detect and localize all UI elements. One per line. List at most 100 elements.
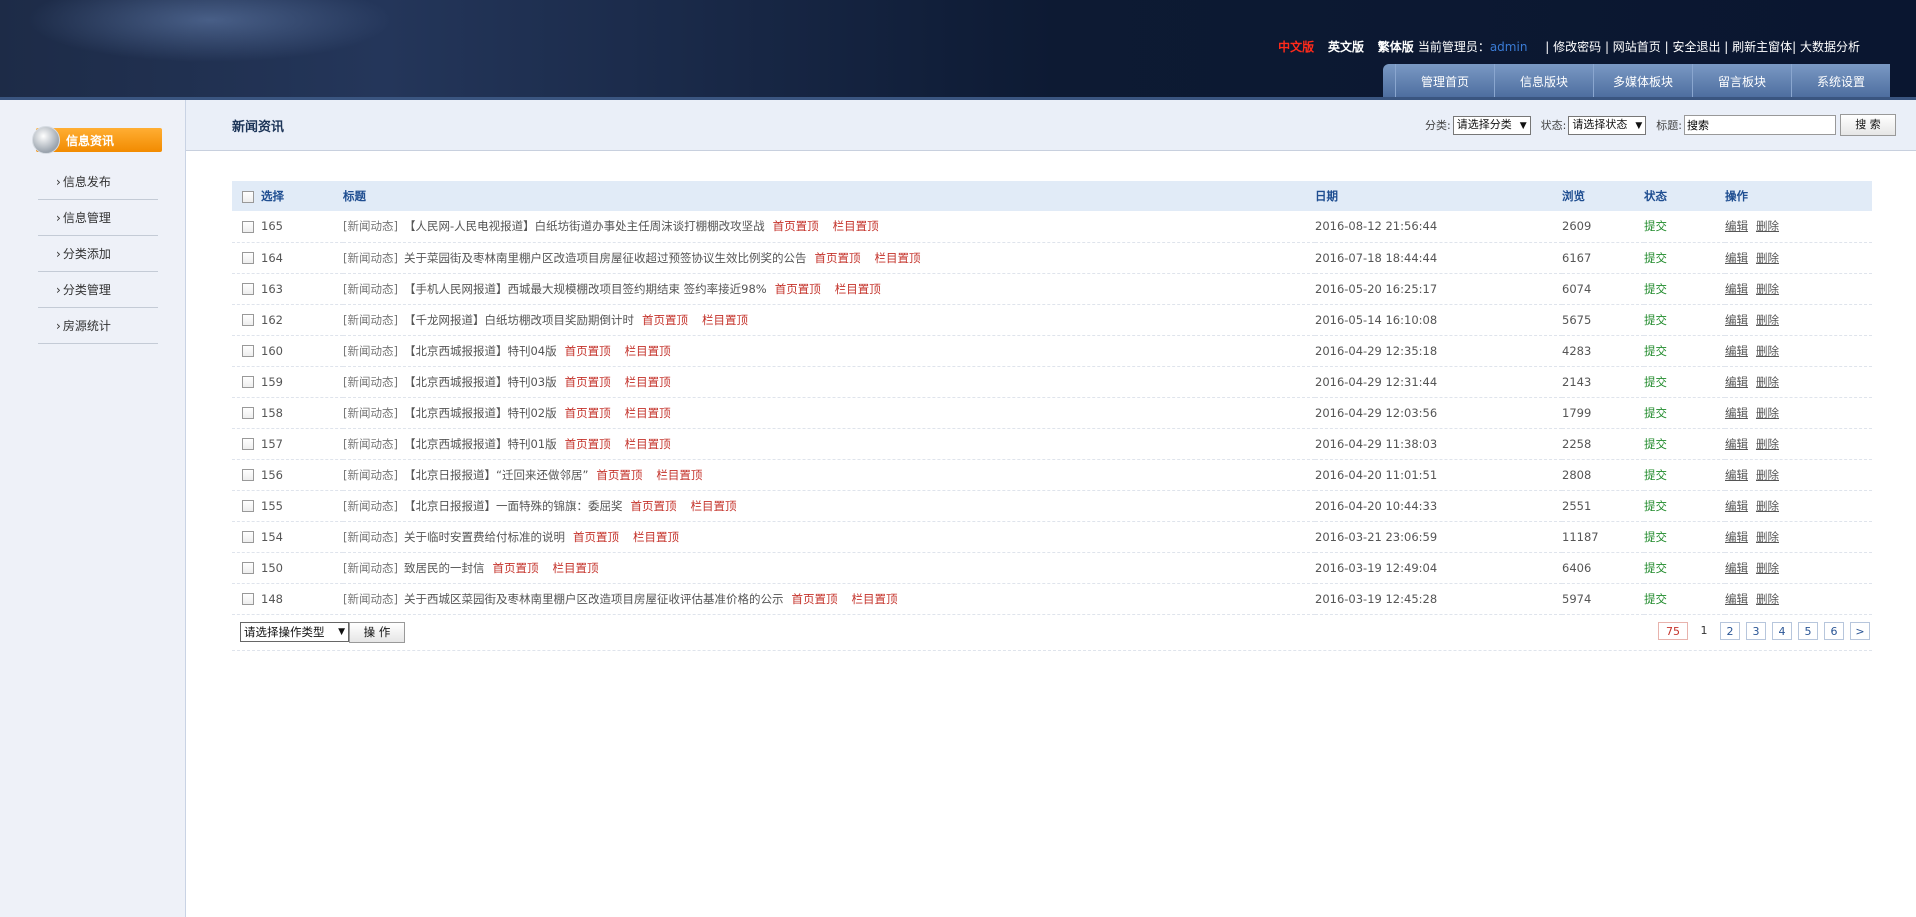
edit-link[interactable]: 编辑 bbox=[1725, 251, 1748, 265]
pin-home-link[interactable]: 首页置顶 bbox=[773, 219, 819, 233]
account-links[interactable]: | 修改密码 | 网站首页 | 安全退出 | 刷新主窗体| 大数据分析 bbox=[1545, 40, 1860, 54]
pin-home-link[interactable]: 首页置顶 bbox=[775, 282, 821, 296]
row-title-link[interactable]: 【北京西城报报道】特刊03版 bbox=[404, 375, 557, 389]
row-checkbox[interactable] bbox=[242, 562, 254, 574]
pin-home-link[interactable]: 首页置顶 bbox=[630, 499, 676, 513]
delete-link[interactable]: 删除 bbox=[1756, 406, 1779, 420]
search-input[interactable] bbox=[1684, 115, 1836, 135]
pin-column-link[interactable]: 栏目置顶 bbox=[874, 251, 920, 265]
pin-column-link[interactable]: 栏目置顶 bbox=[656, 468, 702, 482]
row-checkbox[interactable] bbox=[242, 500, 254, 512]
pin-column-link[interactable]: 栏目置顶 bbox=[835, 282, 881, 296]
pin-home-link[interactable]: 首页置顶 bbox=[565, 375, 611, 389]
delete-link[interactable]: 删除 bbox=[1756, 251, 1779, 265]
row-title-link[interactable]: 【千龙网报道】白纸坊棚改项目奖励期倒计时 bbox=[404, 313, 634, 327]
row-checkbox[interactable] bbox=[242, 593, 254, 605]
delete-link[interactable]: 删除 bbox=[1756, 561, 1779, 575]
delete-link[interactable]: 删除 bbox=[1756, 375, 1779, 389]
pin-column-link[interactable]: 栏目置顶 bbox=[625, 437, 671, 451]
delete-link[interactable]: 删除 bbox=[1756, 219, 1779, 233]
nav-home[interactable]: 管理首页 bbox=[1395, 64, 1495, 100]
select-all-checkbox[interactable] bbox=[242, 190, 254, 203]
pin-column-link[interactable]: 栏目置顶 bbox=[702, 313, 748, 327]
delete-link[interactable]: 删除 bbox=[1756, 344, 1779, 358]
row-checkbox[interactable] bbox=[242, 252, 254, 264]
row-title-link[interactable]: 【北京西城报报道】特刊01版 bbox=[404, 437, 557, 451]
pin-home-link[interactable]: 首页置顶 bbox=[492, 561, 538, 575]
lang-traditional-link[interactable]: 繁体版 bbox=[1378, 40, 1414, 54]
pin-column-link[interactable]: 栏目置顶 bbox=[625, 344, 671, 358]
pin-home-link[interactable]: 首页置顶 bbox=[565, 437, 611, 451]
lang-chinese-link[interactable]: 中文版 bbox=[1278, 40, 1314, 54]
row-title-link[interactable]: 【北京西城报报道】特刊02版 bbox=[404, 406, 557, 420]
pin-home-link[interactable]: 首页置顶 bbox=[642, 313, 688, 327]
row-checkbox[interactable] bbox=[242, 345, 254, 357]
pin-home-link[interactable]: 首页置顶 bbox=[791, 592, 837, 606]
row-checkbox[interactable] bbox=[242, 407, 254, 419]
category-select[interactable]: 请选择分类 ▼ bbox=[1452, 115, 1531, 135]
edit-link[interactable]: 编辑 bbox=[1725, 219, 1748, 233]
edit-link[interactable]: 编辑 bbox=[1725, 530, 1748, 544]
batch-action-button[interactable]: 操 作 bbox=[349, 622, 405, 643]
edit-link[interactable]: 编辑 bbox=[1725, 561, 1748, 575]
row-title-link[interactable]: 【北京西城报报道】特刊04版 bbox=[404, 344, 557, 358]
next-page-button[interactable]: > bbox=[1850, 622, 1870, 640]
edit-link[interactable]: 编辑 bbox=[1725, 344, 1748, 358]
delete-link[interactable]: 删除 bbox=[1756, 530, 1779, 544]
edit-link[interactable]: 编辑 bbox=[1725, 282, 1748, 296]
row-checkbox[interactable] bbox=[242, 376, 254, 388]
sidebar-item-manage[interactable]: › 信息管理 bbox=[38, 200, 158, 236]
delete-link[interactable]: 删除 bbox=[1756, 468, 1779, 482]
row-checkbox[interactable] bbox=[242, 469, 254, 481]
sidebar-section-header[interactable]: 信息资讯 bbox=[32, 126, 162, 154]
edit-link[interactable]: 编辑 bbox=[1725, 313, 1748, 327]
page-link[interactable]: 4 bbox=[1772, 622, 1792, 640]
edit-link[interactable]: 编辑 bbox=[1725, 468, 1748, 482]
pin-column-link[interactable]: 栏目置顶 bbox=[851, 592, 897, 606]
row-title-link[interactable]: 关于临时安置费给付标准的说明 bbox=[404, 530, 565, 544]
row-title-link[interactable]: 【手机人民网报道】西城最大规模棚改项目签约期结束 签约率接近98% bbox=[404, 282, 767, 296]
pin-column-link[interactable]: 栏目置顶 bbox=[552, 561, 598, 575]
pin-home-link[interactable]: 首页置顶 bbox=[596, 468, 642, 482]
row-checkbox[interactable] bbox=[242, 531, 254, 543]
sidebar-item-publish[interactable]: › 信息发布 bbox=[38, 164, 158, 200]
delete-link[interactable]: 删除 bbox=[1756, 592, 1779, 606]
row-checkbox[interactable] bbox=[242, 438, 254, 450]
edit-link[interactable]: 编辑 bbox=[1725, 592, 1748, 606]
page-link[interactable]: 6 bbox=[1824, 622, 1844, 640]
delete-link[interactable]: 删除 bbox=[1756, 282, 1779, 296]
edit-link[interactable]: 编辑 bbox=[1725, 499, 1748, 513]
lang-english-link[interactable]: 英文版 bbox=[1328, 40, 1364, 54]
page-link[interactable]: 3 bbox=[1746, 622, 1766, 640]
row-title-link[interactable]: 【北京日报报道】一面特殊的锦旗：委屈奖 bbox=[404, 499, 623, 513]
row-title-link[interactable]: 致居民的一封信 bbox=[404, 561, 485, 575]
pin-column-link[interactable]: 栏目置顶 bbox=[625, 375, 671, 389]
search-button[interactable]: 搜 索 bbox=[1840, 114, 1896, 136]
sidebar-item-housing-stats[interactable]: › 房源统计 bbox=[38, 308, 158, 344]
nav-info[interactable]: 信息版块 bbox=[1495, 64, 1594, 100]
edit-link[interactable]: 编辑 bbox=[1725, 406, 1748, 420]
row-title-link[interactable]: 关于菜园街及枣林南里棚户区改造项目房屋征收超过预签协议生效比例奖的公告 bbox=[404, 251, 807, 265]
nav-settings[interactable]: 系统设置 bbox=[1792, 64, 1890, 100]
pin-column-link[interactable]: 栏目置顶 bbox=[633, 530, 679, 544]
nav-media[interactable]: 多媒体板块 bbox=[1594, 64, 1693, 100]
delete-link[interactable]: 删除 bbox=[1756, 313, 1779, 327]
pin-column-link[interactable]: 栏目置顶 bbox=[625, 406, 671, 420]
status-select[interactable]: 请选择状态 ▼ bbox=[1568, 115, 1647, 135]
pin-column-link[interactable]: 栏目置顶 bbox=[690, 499, 736, 513]
row-title-link[interactable]: 【北京日报报道】“迁回来还做邻居” bbox=[404, 468, 588, 482]
row-title-link[interactable]: 关于西城区菜园街及枣林南里棚户区改造项目房屋征收评估基准价格的公示 bbox=[404, 592, 784, 606]
pin-column-link[interactable]: 栏目置顶 bbox=[833, 219, 879, 233]
delete-link[interactable]: 删除 bbox=[1756, 499, 1779, 513]
batch-action-select[interactable]: 请选择操作类型 ▼ bbox=[240, 622, 349, 642]
delete-link[interactable]: 删除 bbox=[1756, 437, 1779, 451]
page-link[interactable]: 5 bbox=[1798, 622, 1818, 640]
edit-link[interactable]: 编辑 bbox=[1725, 437, 1748, 451]
sidebar-item-add-category[interactable]: › 分类添加 bbox=[38, 236, 158, 272]
pin-home-link[interactable]: 首页置顶 bbox=[565, 344, 611, 358]
pin-home-link[interactable]: 首页置顶 bbox=[573, 530, 619, 544]
row-checkbox[interactable] bbox=[242, 220, 254, 233]
row-title-link[interactable]: 【人民网-人民电视报道】白纸坊街道办事处主任周沫谈打棚棚改攻坚战 bbox=[404, 219, 765, 233]
nav-messages[interactable]: 留言板块 bbox=[1693, 64, 1792, 100]
row-checkbox[interactable] bbox=[242, 314, 254, 326]
